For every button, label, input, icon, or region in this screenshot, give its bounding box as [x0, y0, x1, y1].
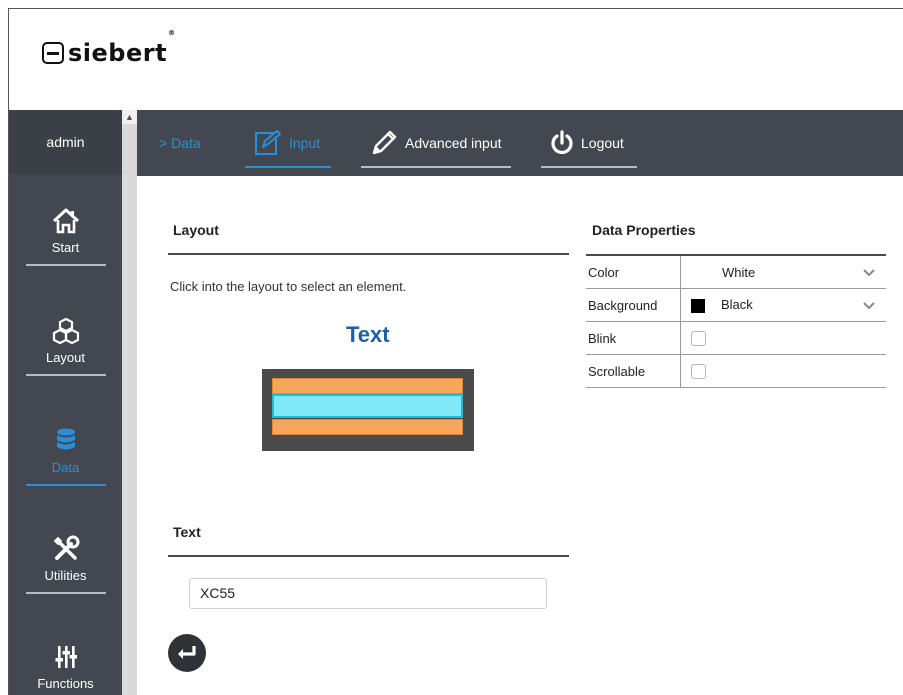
tools-icon [53, 535, 79, 560]
sidebar-item-label: Functions [37, 676, 94, 691]
property-key: Color [586, 254, 681, 289]
property-row-scrollable: Scrollable [586, 354, 886, 388]
sidebar-item-data[interactable]: Data [9, 426, 122, 486]
scrollable-checkbox[interactable] [691, 364, 706, 380]
sidebar-divider [25, 484, 106, 486]
layout-element-selected[interactable] [272, 394, 463, 418]
breadcrumb[interactable]: > Data [159, 110, 201, 176]
enter-arrow-icon [178, 646, 196, 659]
logo-text: siebert® [68, 29, 176, 67]
enter-button[interactable] [168, 634, 206, 672]
sidebar-item-start[interactable]: Start [9, 206, 122, 266]
pencil-icon [372, 130, 397, 155]
property-row-blink: Blink [586, 321, 886, 355]
layout-section-title: Layout [173, 222, 219, 238]
color-select-value: White [722, 264, 756, 280]
sidebar-item-layout[interactable]: Layout [9, 316, 122, 376]
sidebar-item-label: Utilities [44, 568, 87, 583]
background-select-value: Black [721, 297, 753, 313]
database-icon [56, 428, 75, 450]
property-key: Background [586, 288, 681, 322]
logo-mark-icon [42, 42, 64, 64]
property-row-color: Color White [586, 254, 886, 289]
properties-table: Color White Background Black Blink Scrol… [586, 254, 886, 388]
layout-element-top[interactable] [272, 378, 463, 394]
edit-icon [255, 130, 281, 155]
layout-canvas[interactable] [262, 369, 474, 451]
main-content: Layout Click into the layout to select a… [137, 176, 903, 695]
layout-preview-label: Text [346, 322, 390, 347]
sidebar: admin Start Layout Data Utilities Functi… [9, 110, 122, 695]
layout-hint: Click into the layout to select an eleme… [170, 279, 407, 294]
sidebar-user: admin [9, 110, 122, 174]
background-select[interactable]: Black [680, 288, 886, 322]
sidebar-divider [25, 374, 106, 376]
color-select[interactable]: White [680, 254, 886, 289]
scroll-up-arrow-icon[interactable]: ▲ [122, 110, 137, 124]
layout-divider [168, 253, 569, 255]
header: siebert® [9, 9, 903, 110]
sidebar-item-label: Start [51, 240, 80, 255]
sidebar-item-label: Data [51, 460, 80, 475]
property-row-background: Background Black [586, 288, 886, 322]
brand-logo: siebert® [42, 29, 176, 67]
chevron-down-icon [863, 269, 875, 277]
properties-title: Data Properties [592, 222, 696, 238]
text-section-title: Text [173, 524, 201, 540]
sidebar-item-label: Layout [45, 350, 86, 365]
tab-input[interactable]: Input [245, 110, 331, 176]
sidebar-divider [25, 264, 106, 266]
text-divider [168, 555, 569, 557]
property-key: Scrollable [586, 354, 681, 388]
home-icon [52, 208, 79, 234]
sliders-icon [55, 646, 77, 668]
cubes-icon [52, 317, 79, 345]
sidebar-scrollbar[interactable]: ▲ [122, 110, 137, 695]
chevron-down-icon [863, 302, 875, 310]
layout-element-bottom[interactable] [272, 419, 463, 435]
tab-advanced-input[interactable]: Advanced input [361, 110, 511, 176]
tab-logout[interactable]: Logout [541, 110, 637, 176]
color-swatch [691, 298, 705, 313]
sidebar-item-functions[interactable]: Functions [9, 642, 122, 691]
sidebar-divider [25, 592, 106, 594]
property-key: Blink [586, 321, 681, 355]
text-input[interactable]: XC55 [189, 578, 547, 609]
sidebar-item-utilities[interactable]: Utilities [9, 534, 122, 594]
power-icon [551, 130, 573, 155]
top-nav: > Data Input Advanced input Logout [137, 110, 903, 176]
blink-checkbox[interactable] [691, 331, 706, 347]
